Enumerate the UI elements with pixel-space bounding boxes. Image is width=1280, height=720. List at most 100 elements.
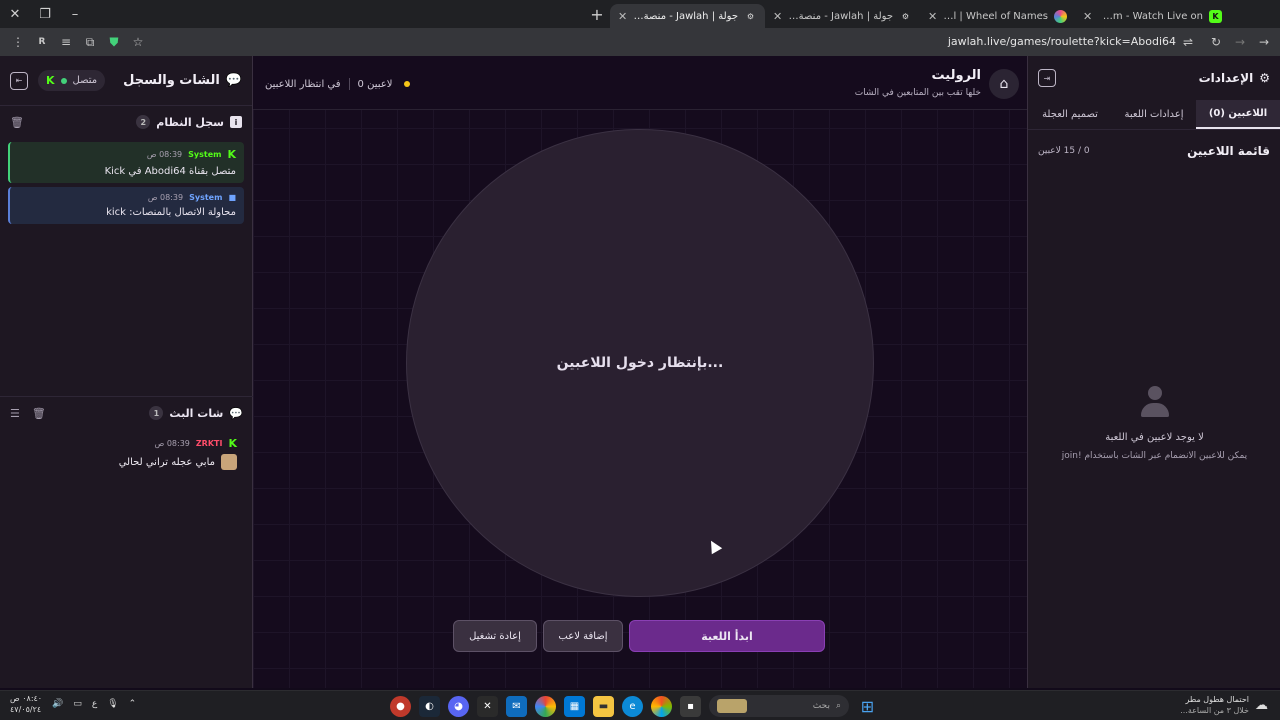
discord-icon[interactable]: ◕ [448,695,469,717]
info-icon: i [230,116,242,128]
wheel-waiting-text: بإنتظار دخول اللاعبين... [556,355,724,371]
tab-close-icon[interactable]: ✕ [773,10,782,23]
log-time: 08:39 ص [146,150,183,159]
volume-icon[interactable]: 🔊 [52,699,63,709]
log-entry: ■ System 08:39 ص محاولة الاتصال بالمنصات… [8,187,244,224]
chat-panel: ⇤ K متصل الشات والسجل 💬 🗑 2 سجل النظام i [0,56,253,688]
game-header: ⌂ الروليت خلها تقب بين المتابعين في الشا… [253,56,1027,110]
shield-icon[interactable]: ⛊ [102,30,126,54]
empty-title: لا يوجد لاعبين في اللعبة [1105,432,1204,443]
count-badge: 1 [149,406,164,420]
count-badge: 2 [136,115,151,129]
tab-title: Wheel of Names | اسم العشوائي [943,10,1048,22]
weather-subtitle: خلال ٣ من الساعة... [1180,706,1249,715]
tab-close-icon[interactable]: ✕ [618,10,627,23]
system-tray: ٠٨:٤٠ ص ٤٧/٠٥/٢٤ 🔊 ▭ ع 🎙 ⌃ [10,693,136,715]
connection-status: K متصل [38,70,106,91]
home-icon[interactable]: ⌂ [989,69,1019,99]
restart-button[interactable]: إعادة تشغيل [453,620,537,652]
copilot-icon[interactable] [651,695,672,717]
browser-tab[interactable]: ✕ جولة | Jawlah - منصة الألعاب الت ⚙ [610,4,765,28]
chat-time: 08:39 ص [154,439,190,448]
roulette-wheel[interactable]: بإنتظار دخول اللاعبين... [406,129,874,597]
store-icon[interactable]: ▦ [564,695,585,717]
players-count: 0 لاعبين [357,78,393,90]
trash-icon[interactable]: 🗑 [32,407,46,420]
app-icon[interactable]: ● [390,695,411,717]
steam-icon[interactable]: ◐ [419,695,440,717]
kick-icon: K [227,148,236,161]
bookmark-star-icon[interactable]: ☆ [126,30,150,54]
taskbar-search[interactable]: بحث ⌕ [709,695,849,717]
tab-game-settings[interactable]: إعدادات اللعبة [1112,100,1196,129]
clock[interactable]: ٠٨:٤٠ ص ٤٧/٠٥/٢٤ [10,693,42,715]
tab-wheel-design[interactable]: تصميم العجلة [1028,100,1112,129]
collapse-panel-icon[interactable]: ⇥ [1038,69,1056,87]
players-limit: 0 / 15 لاعبين [1038,146,1090,156]
avatar [221,454,237,470]
start-game-button[interactable]: ابدأ اللعبة [629,620,825,652]
chrome-icon[interactable] [535,695,556,717]
trash-icon[interactable]: 🗑 [10,116,24,129]
game-state: في انتظار اللاعبين [265,78,341,90]
edge-icon[interactable]: e [622,695,643,717]
puzzle-icon[interactable]: ⧉ [78,30,102,54]
game-controls: إعادة تشغيل إضافة لاعب ابدأ اللعبة [453,620,825,652]
language-indicator[interactable]: ع [92,699,97,709]
log-time: 08:39 ص [147,193,184,202]
jawlah-icon: ⚙ [901,11,910,21]
notepad-icon[interactable]: ▪ [680,695,701,717]
back-icon[interactable]: → [1252,30,1276,54]
browser-tab[interactable]: ✕ Wheel of Names | اسم العشوائي [920,4,1075,28]
log-text: متصل بقناة Abodi64 في Kick [104,166,236,177]
site-settings-icon[interactable]: ⇌ [1176,30,1200,54]
kick-icon: K [46,74,55,87]
log-text: محاولة الاتصال بالمنصات: kick [106,207,236,218]
playlist-icon[interactable]: ≡ [54,30,78,54]
reload-icon[interactable]: ↻ [1204,30,1228,54]
start-icon[interactable]: ⊞ [857,696,878,717]
wheel-icon [1054,9,1067,23]
window-restore-icon[interactable]: ❐ [30,0,60,28]
chat-username[interactable]: ZRKTI [196,439,223,448]
folder-icon[interactable]: ▬ [593,695,614,717]
search-highlight-icon [717,699,747,713]
microphone-icon[interactable]: 🎙 [107,699,118,709]
chat-panel-title: الشات والسجل 💬 [123,73,242,88]
search-placeholder: بحث [812,701,830,711]
menu-dots-icon[interactable]: ⋮ [6,30,30,54]
game-subtitle: خلها تقب بين المتابعين في الشات [854,88,981,98]
tab-close-icon[interactable]: ✕ [1083,10,1092,23]
address-bar[interactable]: jawlah.live/games/roulette?kick=Abodi64 [860,28,1176,56]
chat-bubble-icon: ■ [228,193,236,202]
tab-close-icon[interactable]: ✕ [928,10,937,23]
window-close-icon[interactable]: ✕ [0,0,30,28]
collapse-panel-icon[interactable]: ⇤ [10,71,28,90]
kick-icon: K [228,437,237,450]
settings-title: الإعدادات [1198,71,1254,85]
display-icon[interactable]: ▭ [73,699,82,709]
settings-panel: ⇥ الإعدادات ⚙ اللاعبين (0) إعدادات اللعب… [1027,56,1280,688]
tab-title: جولة | Jawlah - منصة الألعاب الت [788,10,893,22]
search-icon: ⌕ [835,701,841,711]
terminal-icon[interactable]: ✕ [477,695,498,717]
log-user: System [188,150,222,159]
browser-tab[interactable]: ✕ جولة | Jawlah - منصة الألعاب الت ⚙ [765,4,920,28]
add-player-button[interactable]: إضافة لاعب [543,620,623,652]
chevron-up-icon[interactable]: ⌃ [129,699,137,709]
browser-tab[interactable]: ✕ iMartinx Stream - Watch Live on K [1075,4,1230,28]
forward-icon[interactable]: → [1228,30,1252,54]
person-icon [1140,386,1170,420]
extension-icon[interactable]: R [30,30,54,54]
mail-icon[interactable]: ✉ [506,695,527,717]
empty-subtitle: يمكن للاعبين الانضمام عبر الشات باستخدام… [1061,451,1248,461]
align-icon[interactable]: ☰ [10,407,20,420]
tab-players[interactable]: اللاعبين (0) [1196,100,1280,129]
window-minimize-icon[interactable]: – [60,0,90,28]
game-area: ⌂ الروليت خلها تقب بين المتابعين في الشا… [253,56,1027,688]
new-tab-button[interactable]: + [584,0,610,28]
tab-title: جولة | Jawlah - منصة الألعاب الت [633,10,738,22]
game-title: الروليت [931,68,981,83]
weather-widget[interactable]: ☁ احتمال هطول مطر خلال ٣ من الساعة... [1180,694,1268,716]
browser-tab-bar: ✕ ❐ – + ✕ جولة | Jawlah - منصة الألعاب ا… [0,0,1280,28]
